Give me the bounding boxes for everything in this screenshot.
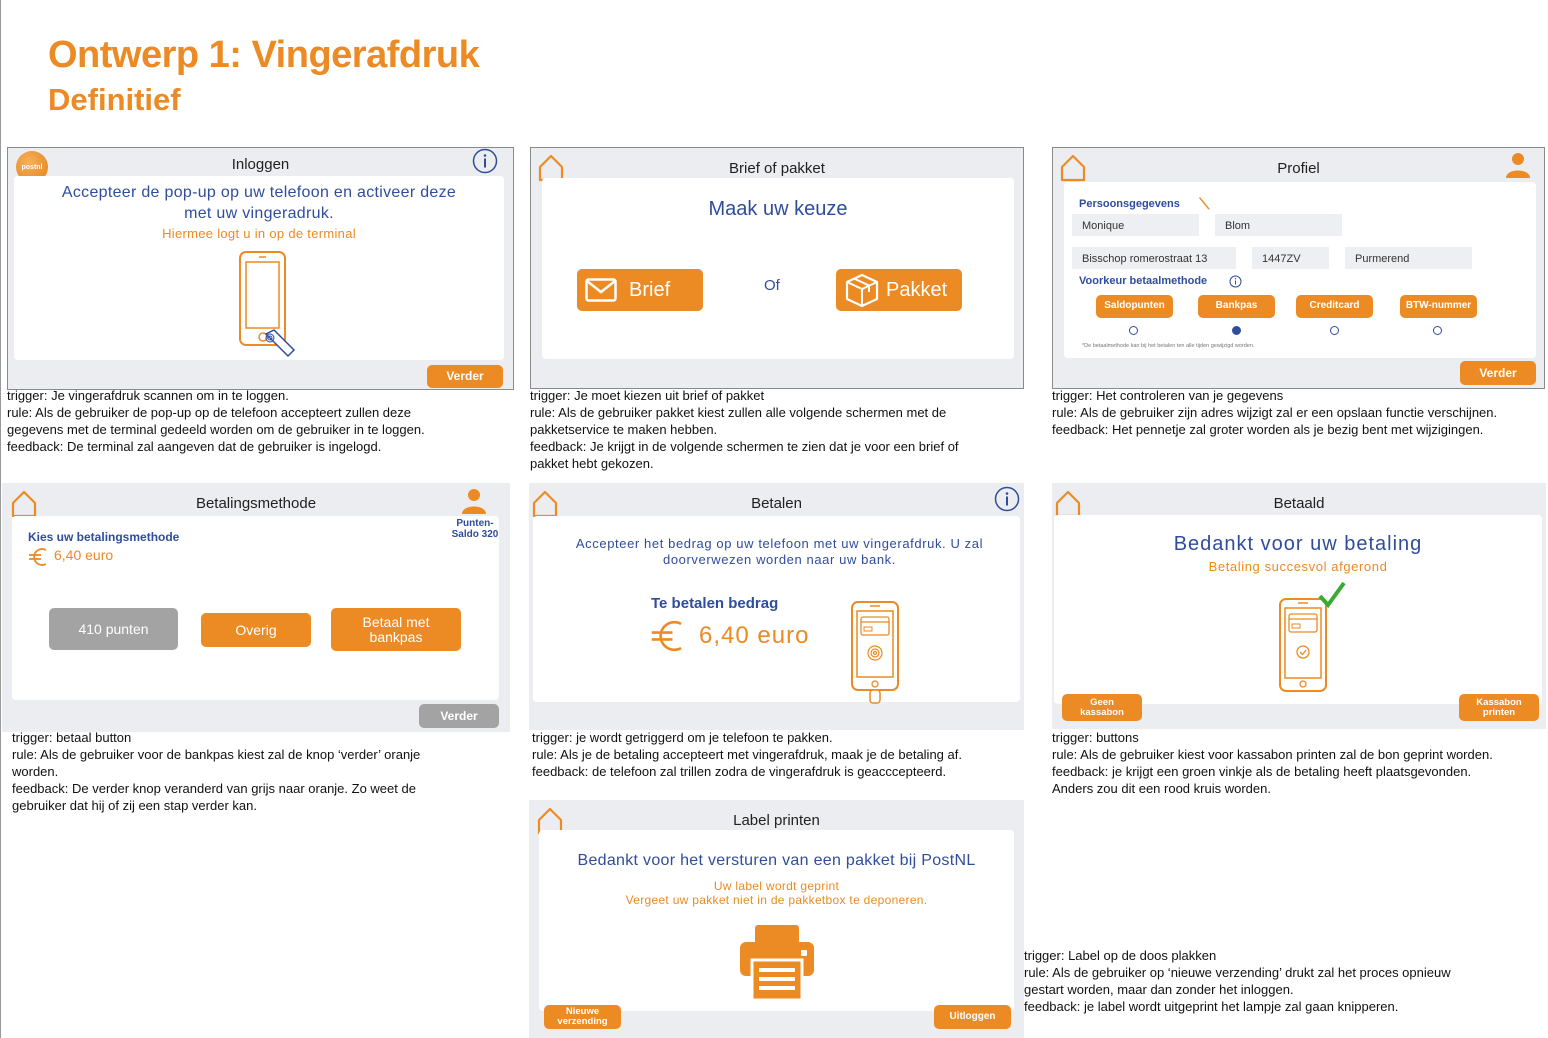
- amount: 6,40 euro: [54, 547, 114, 563]
- option-bankpas[interactable]: Bankpas: [1198, 295, 1275, 318]
- user-icon[interactable]: [1505, 152, 1531, 178]
- brief-button[interactable]: Brief: [577, 269, 703, 311]
- instruction-text: Accepteer de pop-up op uw telefoon en ac…: [61, 184, 457, 222]
- screen-title: Label printen: [733, 812, 820, 829]
- amount-label: Te betalen bedrag: [651, 595, 779, 612]
- page-subtitle: Definitief: [48, 82, 181, 117]
- note-betalingsmethode: trigger: betaal button rule: Als de gebru…: [12, 730, 421, 813]
- note-betalen: trigger: je wordt getriggerd om je telef…: [532, 730, 962, 779]
- phone-card-fingerprint-icon: [850, 600, 900, 704]
- screen-title: Betalen: [751, 495, 802, 512]
- points-balance: Punten- Saldo 320: [451, 518, 499, 540]
- success-subtext: Betaling succesvol afgerond: [1208, 559, 1388, 574]
- radio-saldopunten[interactable]: [1129, 326, 1138, 335]
- screen-title: Inloggen: [231, 156, 290, 173]
- radio-bankpas[interactable]: [1232, 326, 1241, 335]
- deposit-reminder-text: Vergeet uw pakket niet in de pakketbox t…: [625, 893, 928, 907]
- checkmark-icon: [1317, 581, 1347, 611]
- option-saldopunten[interactable]: Saldopunten: [1096, 295, 1173, 318]
- euro-icon: [28, 546, 50, 568]
- screen-profiel: Profiel Persoonsgegevens Monique Blom Bi…: [1052, 147, 1545, 389]
- thanks-heading: Bedankt voor het versturen van een pakke…: [577, 852, 976, 869]
- phone-card-icon: [1278, 597, 1330, 695]
- footnote: *De betaalmethode kan bij het betalen te…: [1082, 343, 1255, 349]
- overig-button[interactable]: Overig: [201, 613, 311, 647]
- last-name-field[interactable]: Blom: [1215, 214, 1342, 236]
- euro-icon: [650, 617, 688, 655]
- label-printing-text: Uw label wordt geprint: [713, 879, 840, 893]
- betaal-bankpas-button[interactable]: Betaal met bankpas: [331, 608, 461, 651]
- screen-betalen: Betalen Accepteer het bedrag op uw telef…: [529, 483, 1024, 730]
- info-icon[interactable]: [1229, 275, 1242, 288]
- city-field[interactable]: Purmerend: [1345, 247, 1472, 269]
- verder-button[interactable]: Verder: [419, 704, 499, 728]
- radio-btw-nummer[interactable]: [1433, 326, 1442, 335]
- printer-icon: [737, 922, 817, 1002]
- screen-betaald: Betaald Bedankt voor uw betaling Betalin…: [1052, 483, 1546, 729]
- note-betaald: trigger: buttons rule: Als de gebruiker k…: [1052, 730, 1493, 796]
- screen-brief-of-pakket: Brief of pakket Maak uw keuze Brief Of P…: [530, 147, 1024, 389]
- nieuwe-verzending-button[interactable]: Nieuwe verzending: [544, 1005, 621, 1029]
- content-panel: Accepteer het bedrag op uw telefoon met …: [533, 516, 1020, 704]
- kassabon-printen-button[interactable]: Kassabon printen: [1459, 694, 1539, 721]
- option-btw-nummer[interactable]: BTW-nummer: [1400, 295, 1477, 318]
- screen-inloggen: postnl Inloggen Accepteer de pop-up op u…: [7, 147, 514, 390]
- choice-heading: Maak uw keuze: [708, 198, 848, 220]
- user-icon[interactable]: [461, 488, 487, 514]
- postcode-field[interactable]: 1447ZV: [1252, 247, 1329, 269]
- page-edge-line: [0, 0, 1, 1038]
- screen-title: Brief of pakket: [729, 160, 825, 177]
- note-inloggen: trigger: Je vingerafdruk scannen om in t…: [7, 388, 425, 454]
- instruction-subtext: Hiermee logt u in op de terminal: [162, 226, 356, 241]
- uitloggen-button[interactable]: Uitloggen: [934, 1005, 1011, 1029]
- points-button[interactable]: 410 punten: [49, 608, 178, 650]
- content-panel: Maak uw keuze Brief Of Pakket: [542, 178, 1014, 359]
- section-persoonsgegevens: Persoonsgegevens: [1079, 198, 1180, 210]
- screen-title: Betalingsmethode: [195, 495, 317, 512]
- content-panel: Accepteer de pop-up op uw telefoon en ac…: [14, 176, 504, 360]
- note-brief-of-pakket: trigger: Je moet kiezen uit brief of pak…: [530, 388, 959, 471]
- radio-creditcard[interactable]: [1330, 326, 1339, 335]
- info-icon[interactable]: [994, 486, 1020, 512]
- instruction-text: Accepteer het bedrag op uw telefoon met …: [575, 536, 984, 567]
- amount: 6,40 euro: [699, 622, 810, 649]
- pakket-button[interactable]: Pakket: [836, 269, 962, 311]
- content-panel: Bedankt voor het versturen van een pakke…: [539, 830, 1014, 1011]
- or-label: Of: [764, 277, 780, 294]
- page-title: Ontwerp 1: Vingerafdruk: [48, 34, 480, 76]
- screen-title: Betaald: [1273, 495, 1325, 512]
- thanks-heading: Bedankt voor uw betaling: [1173, 533, 1423, 555]
- geen-kassabon-button[interactable]: Geen kassabon: [1062, 694, 1142, 721]
- street-field[interactable]: Bisschop romerostraat 13: [1072, 247, 1236, 269]
- screen-title: Profiel: [1277, 160, 1320, 177]
- note-profiel: trigger: Het controleren van je gegevens…: [1052, 388, 1498, 437]
- option-creditcard[interactable]: Creditcard: [1296, 295, 1373, 318]
- edit-pencil-icon[interactable]: [1198, 195, 1212, 211]
- screen-betalingsmethode: Betalingsmethode Punten- Saldo 320 Kies u…: [2, 483, 510, 732]
- screen-label-printen: Label printen Bedankt voor het versturen…: [529, 800, 1024, 1038]
- package-icon: [844, 272, 880, 308]
- verder-button[interactable]: Verder: [427, 365, 503, 388]
- content-panel: Bedankt voor uw betaling Betaling succes…: [1054, 515, 1542, 704]
- first-name-field[interactable]: Monique: [1072, 214, 1199, 236]
- envelope-icon: [585, 278, 617, 302]
- phone-fingerprint-icon: [238, 250, 300, 362]
- section-voorkeur-betaalmethode: Voorkeur betaalmethode: [1079, 275, 1208, 287]
- info-icon[interactable]: [472, 148, 498, 174]
- verder-button[interactable]: Verder: [1460, 361, 1536, 385]
- choose-method-heading: Kies uw betalingsmethode: [28, 530, 180, 544]
- note-label-printen: trigger: Label op de doos plakken rule: A…: [1024, 948, 1451, 1014]
- content-panel: Persoonsgegevens Monique Blom Bisschop r…: [1064, 182, 1536, 358]
